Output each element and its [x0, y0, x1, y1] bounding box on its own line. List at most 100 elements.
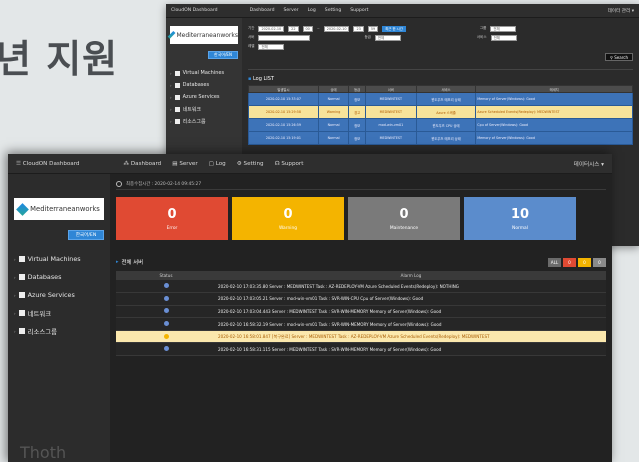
- nav-server[interactable]: Server: [284, 8, 299, 13]
- logo-icon: [167, 30, 176, 40]
- company-logo: Mediterraneanworks: [14, 198, 104, 220]
- language-button[interactable]: 한국어/EN: [68, 230, 104, 240]
- filter-panel: 기간 2020-02-10 22 00 ~ 2020-02-10 23 59 최…: [248, 24, 633, 70]
- folder-icon: [174, 82, 180, 88]
- nav-log[interactable]: Log: [308, 8, 316, 13]
- nav-server[interactable]: ▤ Server: [172, 161, 197, 167]
- table-row[interactable]: 2020-02-10 15:19:01 Normal 정보 MEDWINTEST 윈도우…: [248, 131, 633, 145]
- status-dot-icon: [163, 333, 169, 339]
- sidebar-item-databases[interactable]: › Databases: [170, 79, 238, 91]
- chevron-right-icon: ›: [170, 106, 172, 112]
- section-title: ▸ 전체 서버: [116, 259, 144, 266]
- user-menu[interactable]: 데이터시스 ▾: [574, 160, 604, 168]
- clock-icon: [116, 180, 122, 187]
- sidebar-item-vm[interactable]: › Virtual Machines: [14, 250, 104, 268]
- sidebar-item-azure[interactable]: › Azure Services: [14, 286, 104, 304]
- sidebar-item-resource[interactable]: › 리소스그룹: [14, 322, 104, 340]
- end-hour-input[interactable]: 23: [353, 25, 364, 32]
- folder-icon: [18, 274, 25, 280]
- status-column-header: Status: [116, 271, 216, 280]
- folder-icon: [174, 70, 180, 76]
- sidebar-item-databases[interactable]: › Databases: [14, 268, 104, 286]
- status-dot-icon: [163, 295, 169, 301]
- level-select[interactable]: 전체: [258, 43, 285, 50]
- chevron-right-icon: ›: [14, 310, 16, 316]
- nav-dashboard[interactable]: ⁂ Dashboard: [124, 161, 162, 167]
- card-error[interactable]: 0 Error: [116, 197, 228, 240]
- filter-maintenance-button[interactable]: 0: [593, 257, 606, 267]
- filter-error-button[interactable]: 0: [563, 257, 576, 267]
- table-row[interactable]: 2020-02-10 16:58:01.847 [복구완료] Server : …: [116, 330, 606, 344]
- nav-log[interactable]: ▢ Log: [209, 161, 226, 167]
- gear-icon: ⚙: [236, 160, 244, 167]
- end-minute-input[interactable]: 59: [367, 25, 379, 32]
- start-hour-input[interactable]: 22: [288, 25, 299, 32]
- search-button[interactable]: ⚲ Search: [605, 53, 633, 61]
- grade-select[interactable]: 전체: [374, 34, 401, 41]
- chevron-right-icon: ›: [14, 274, 16, 280]
- last-update: 최종수집시간 : 2020-02-14 09:45:27: [116, 178, 606, 190]
- app-brand[interactable]: CloudON Dashboard: [171, 8, 218, 13]
- app-brand[interactable]: ☰ CloudON Dashboard: [16, 161, 80, 167]
- nav-support[interactable]: ☊ Support: [275, 161, 304, 167]
- status-cards: 0 Error 0 Warning 0 Maintenance 10 Norma…: [116, 197, 606, 240]
- end-date-input[interactable]: 2020-02-10: [323, 25, 350, 32]
- sidebar-item-network[interactable]: › 네트워크: [14, 304, 104, 322]
- folder-icon: [18, 328, 25, 334]
- table-row[interactable]: 2020-02-10 16:58:31.115 Server : MEDWINT…: [116, 342, 606, 357]
- card-normal[interactable]: 10 Normal: [464, 197, 576, 240]
- top-nav: ☰ CloudON Dashboard ⁂ Dashboard ▤ Server…: [8, 154, 612, 174]
- nav-support[interactable]: Support: [350, 8, 368, 13]
- folder-icon: [174, 118, 180, 124]
- sidebar-item-vm[interactable]: › Virtual Machines: [170, 67, 238, 79]
- status-dot-icon: [163, 346, 169, 352]
- logo-icon: [16, 202, 30, 216]
- background-heading: 년 지원: [0, 37, 119, 81]
- user-menu[interactable]: 데이터 관리 ▾: [608, 8, 634, 14]
- chevron-right-icon: ›: [14, 256, 16, 262]
- status-dot-icon: [163, 308, 169, 314]
- chevron-right-icon: ›: [14, 328, 16, 334]
- group-select[interactable]: 전체: [490, 25, 517, 32]
- table-row[interactable]: 2020-02-10 16:58:32.19 Server : mod-win-…: [116, 317, 606, 331]
- status-filter: ALL 0 0 0: [548, 257, 606, 267]
- language-button[interactable]: 한국어/EN: [208, 51, 238, 59]
- alarm-log-column-header: Alarm Log: [216, 271, 606, 280]
- table-row[interactable]: 2020-02-10 15:29:58 Warning 경고 MEDWINTEST Az…: [248, 105, 633, 119]
- folder-icon: [174, 94, 180, 100]
- card-warning[interactable]: 0 Warning: [232, 197, 344, 240]
- status-dot-icon: [163, 283, 169, 289]
- table-row[interactable]: 2020-02-10 15:26:59 Normal 정보 mod-win-vm01 윈…: [248, 118, 633, 132]
- chevron-right-icon: ›: [170, 70, 172, 76]
- dashboard-screen: ☰ CloudON Dashboard ⁂ Dashboard ▤ Server…: [8, 154, 612, 462]
- table-row[interactable]: 2020-02-10 17:03:05.21 Server : mod-win-…: [116, 292, 606, 306]
- card-maintenance[interactable]: 0 Maintenance: [348, 197, 460, 240]
- start-date-input[interactable]: 2020-02-10: [258, 25, 285, 32]
- filter-warning-button[interactable]: 0: [578, 257, 591, 267]
- start-minute-input[interactable]: 00: [302, 25, 313, 32]
- sidebar-item-resource[interactable]: › 리소스그룹: [170, 115, 238, 127]
- nav-setting[interactable]: ⚙ Setting: [237, 161, 264, 167]
- sidebar: Mediterraneanworks 한국어/EN › Virtual Machi…: [8, 174, 110, 462]
- dashboard-icon: ⁂: [123, 160, 131, 167]
- dashboard-main: 최종수집시간 : 2020-02-14 09:45:27 0 Error 0 W…: [110, 174, 612, 462]
- table-row[interactable]: 2020-02-10 17:03:04.443 Server : MEDWINT…: [116, 305, 606, 319]
- sidebar-item-network[interactable]: › 네트워크: [170, 103, 238, 115]
- service-select[interactable]: 전체: [490, 34, 517, 41]
- status-dot-icon: [163, 321, 169, 327]
- table-row[interactable]: 2020-02-10 17:03:35.80 Server : MEDWINTE…: [116, 280, 606, 294]
- log-icon: ▢: [208, 160, 216, 167]
- log-table: 발생일시 상태 등급 서버 서비스 메세지 2020-02-10 15:33:0…: [248, 85, 633, 145]
- folder-icon: [18, 292, 25, 298]
- nav-setting[interactable]: Setting: [325, 8, 341, 13]
- filter-all-button[interactable]: ALL: [548, 257, 561, 267]
- folder-icon: [18, 256, 25, 262]
- recent-hour-button[interactable]: 최근 한 시간: [382, 25, 406, 32]
- server-input[interactable]: [258, 34, 311, 41]
- chevron-right-icon: ›: [170, 118, 172, 124]
- top-nav: CloudON Dashboard Dashboard Server Log S…: [166, 4, 639, 18]
- nav-dashboard[interactable]: Dashboard: [250, 8, 275, 13]
- footer-logo: Thoth: [20, 443, 67, 462]
- sidebar-item-azure[interactable]: › Azure Services: [170, 91, 238, 103]
- table-row[interactable]: 2020-02-10 15:33:07 Normal 정보 MEDWINTEST 윈도우…: [248, 92, 633, 106]
